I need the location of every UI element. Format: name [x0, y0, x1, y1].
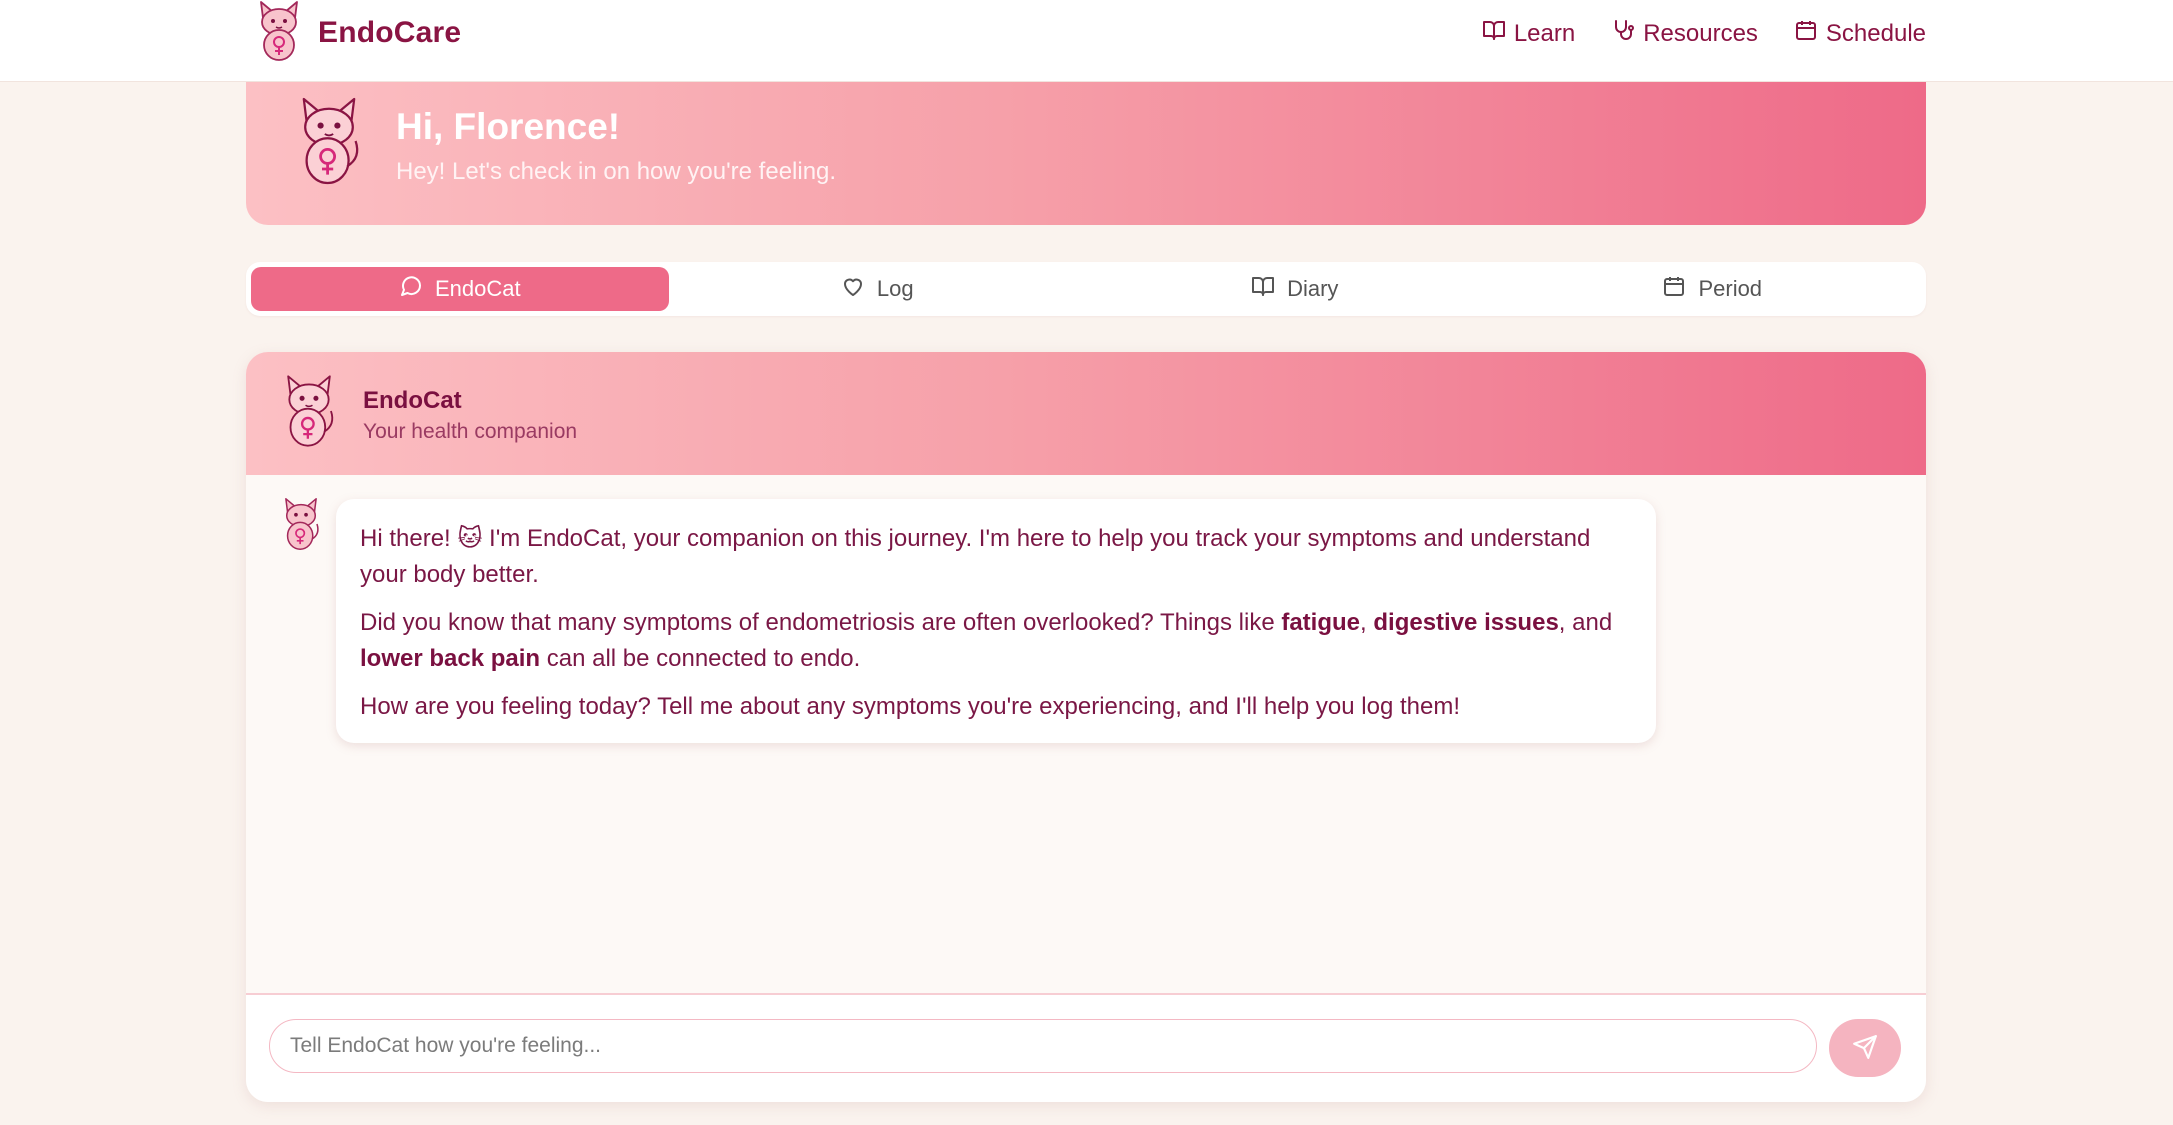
nav-link-schedule[interactable]: Schedule [1794, 18, 1926, 49]
chat-message-input[interactable] [269, 1019, 1817, 1073]
chat-panel: EndoCat Your health companion Hi there! … [246, 352, 1926, 1102]
tab-label: Period [1698, 276, 1763, 301]
tab-label: Log [876, 276, 914, 301]
chat-bubble-icon [399, 274, 423, 304]
tab-label: Diary [1287, 276, 1339, 301]
tab-log[interactable]: Log [669, 267, 1087, 311]
nav-link-resources[interactable]: Resources [1611, 18, 1758, 49]
brand[interactable]: EndoCare [254, 0, 461, 66]
highlight-fatigue: fatigue [1281, 609, 1361, 636]
calendar-icon [1662, 274, 1686, 304]
book-open-icon [1482, 18, 1506, 49]
nav-link-label: Schedule [1825, 19, 1926, 47]
tab-endocat[interactable]: EndoCat [251, 267, 669, 311]
app-name: EndoCare [318, 16, 462, 49]
nav-link-label: Resources [1643, 19, 1758, 47]
chat-header: EndoCat Your health companion [246, 352, 1926, 475]
greeting-title: Hi, Florence! [396, 106, 621, 147]
tab-period[interactable]: Period [1504, 267, 1922, 311]
bot-message-bubble: Hi there! 🐱 I'm EndoCat, your companion … [336, 499, 1656, 743]
message-paragraph: Did you know that many symptoms of endom… [360, 609, 1613, 672]
nav-link-learn[interactable]: Learn [1482, 18, 1575, 49]
book-open-icon [1251, 274, 1275, 304]
tab-label: EndoCat [434, 276, 521, 301]
message-paragraph: How are you feeling today? Tell me about… [360, 693, 1461, 720]
top-navbar: EndoCare Learn Resources Schedule [0, 0, 2173, 82]
nav-links: Learn Resources Schedule [1482, 18, 1926, 49]
chat-bot-name: EndoCat [363, 387, 462, 414]
send-button[interactable] [1829, 1019, 1901, 1077]
highlight-digestive-issues: digestive issues [1373, 609, 1559, 636]
message-composer [246, 993, 1926, 1102]
heart-icon [841, 274, 865, 304]
endocat-avatar-icon [280, 374, 338, 453]
highlight-lower-back-pain: lower back pain [360, 645, 541, 672]
endocat-logo-icon [254, 0, 304, 67]
send-icon [1852, 1034, 1878, 1063]
chat-bot-subtitle: Your health companion [363, 420, 578, 443]
message-avatar-icon [280, 497, 322, 556]
message-paragraph: Hi there! 🐱 I'm EndoCat, your companion … [360, 525, 1591, 588]
calendar-icon [1794, 18, 1818, 49]
greeting-banner: Hi, Florence! Hey! Let's check in on how… [246, 82, 1926, 225]
stethoscope-icon [1611, 18, 1635, 49]
tab-diary[interactable]: Diary [1086, 267, 1504, 311]
greeting-subtitle: Hey! Let's check in on how you're feelin… [396, 158, 837, 185]
tab-bar: EndoCat Log Diary Period [246, 262, 1926, 316]
endocat-mascot-icon [294, 96, 364, 191]
nav-link-label: Learn [1513, 19, 1576, 47]
